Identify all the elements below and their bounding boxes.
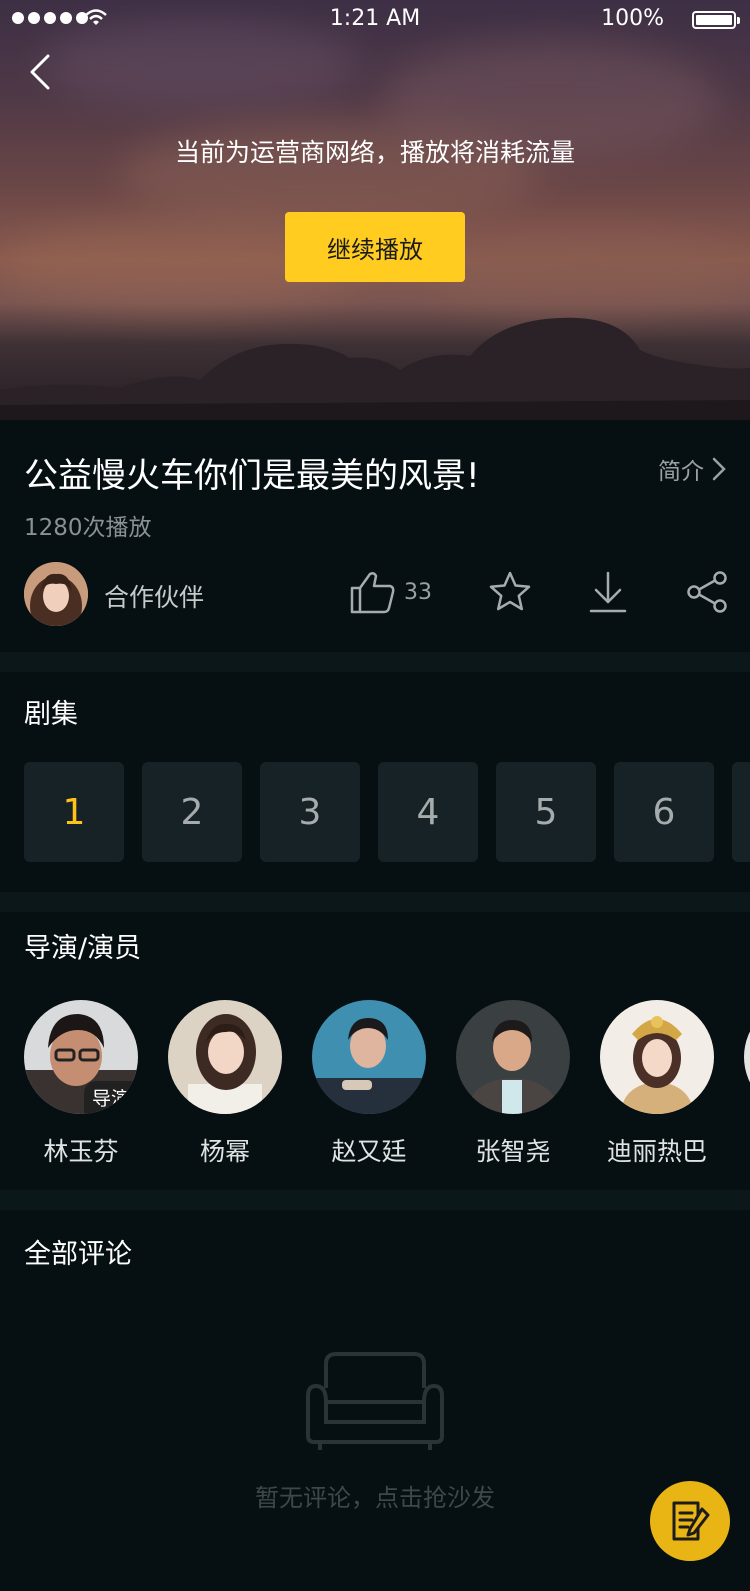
like-count: 33 xyxy=(404,580,432,605)
intro-link[interactable]: 简介 xyxy=(658,452,726,486)
comments-title: 全部评论 xyxy=(24,1239,132,1270)
download-icon xyxy=(589,571,627,613)
cast-photo xyxy=(456,1000,570,1114)
network-notice: 当前为运营商网络，播放将消耗流量 xyxy=(174,138,575,167)
edit-note-icon xyxy=(672,1501,710,1541)
chevron-left-icon xyxy=(30,54,50,90)
director-badge: 导演 xyxy=(83,1081,138,1114)
battery-percentage: 100% xyxy=(601,6,664,31)
sofa-icon xyxy=(306,1352,444,1450)
episode-tile[interactable]: 3 xyxy=(260,762,360,862)
intro-link-label: 简介 xyxy=(658,459,704,485)
cast-name: 赵又廷 xyxy=(331,1137,407,1166)
cast-list: 导演 林玉芬 杨幂 赵又廷 张智尧 迪丽热巴 xyxy=(24,1000,750,1168)
episode-tile[interactable]: 5 xyxy=(496,762,596,862)
cast-member[interactable]: 迪丽热巴 xyxy=(600,1000,714,1168)
write-comment-button[interactable] xyxy=(650,1481,730,1561)
avatar[interactable] xyxy=(24,562,88,626)
video-player[interactable]: 1:21 AM 100% 当前为运营商网络，播放将消耗流量 继续播放 xyxy=(0,0,750,420)
episode-list: 1 2 3 4 5 6 xyxy=(24,762,750,862)
battery-icon xyxy=(692,11,740,29)
star-icon xyxy=(489,571,531,611)
cast-photo xyxy=(744,1000,750,1114)
share-icon xyxy=(687,571,727,613)
section-divider xyxy=(0,892,750,912)
episode-tile[interactable]: 1 xyxy=(24,762,124,862)
empty-comments-text: 暂无评论，点击抢沙发 xyxy=(255,1484,495,1512)
cast-name: 迪丽热巴 xyxy=(606,1137,707,1166)
continue-play-button[interactable]: 继续播放 xyxy=(285,212,465,282)
cast-name: 杨幂 xyxy=(199,1137,250,1166)
cast-name: 林玉芬 xyxy=(43,1137,119,1166)
cast-title: 导演/演员 xyxy=(24,933,142,964)
section-divider xyxy=(0,1190,750,1210)
cast-member[interactable]: 杨幂 xyxy=(168,1000,282,1168)
cast-photo: 导演 xyxy=(24,1000,138,1114)
treeline-silhouette xyxy=(0,317,750,420)
section-divider xyxy=(0,652,750,672)
cast-member-partial[interactable] xyxy=(744,1000,750,1168)
comments-section: 全部评论 暂无评论，点击抢沙发 xyxy=(0,1210,750,1591)
cast-name: 张智尧 xyxy=(475,1137,551,1166)
episode-tile[interactable]: 6 xyxy=(614,762,714,862)
cast-section: 导演/演员 导演 林玉芬 杨幂 赵又廷 张智尧 迪丽热巴 xyxy=(0,912,750,1190)
chevron-right-icon xyxy=(712,457,726,481)
cast-member[interactable]: 导演 林玉芬 xyxy=(24,1000,138,1168)
thumbs-up-icon xyxy=(350,572,395,614)
episode-tile[interactable]: 4 xyxy=(378,762,478,862)
episodes-title: 剧集 xyxy=(24,699,78,730)
favorite-button[interactable] xyxy=(488,570,532,618)
episode-tile-partial[interactable] xyxy=(732,762,750,862)
play-count: 1280次播放 xyxy=(24,515,152,541)
episode-tile[interactable]: 2 xyxy=(142,762,242,862)
video-title: 公益慢火车你们是最美的风景! xyxy=(24,456,480,496)
avatar-image xyxy=(24,562,88,626)
cast-member[interactable]: 张智尧 xyxy=(456,1000,570,1168)
download-button[interactable] xyxy=(588,570,628,618)
share-button[interactable] xyxy=(686,570,728,618)
cast-photo xyxy=(312,1000,426,1114)
cast-member[interactable]: 赵又廷 xyxy=(312,1000,426,1168)
cast-photo xyxy=(168,1000,282,1114)
cast-photo xyxy=(600,1000,714,1114)
episodes-section: 剧集 1 2 3 4 5 6 xyxy=(0,672,750,892)
uploader-name[interactable]: 合作伙伴 xyxy=(104,578,204,614)
status-bar: 1:21 AM 100% xyxy=(0,0,750,40)
back-button[interactable] xyxy=(24,52,64,98)
video-info: 公益慢火车你们是最美的风景! 简介 1280次播放 合作伙伴 33 xyxy=(0,420,750,652)
like-button[interactable] xyxy=(350,570,396,618)
